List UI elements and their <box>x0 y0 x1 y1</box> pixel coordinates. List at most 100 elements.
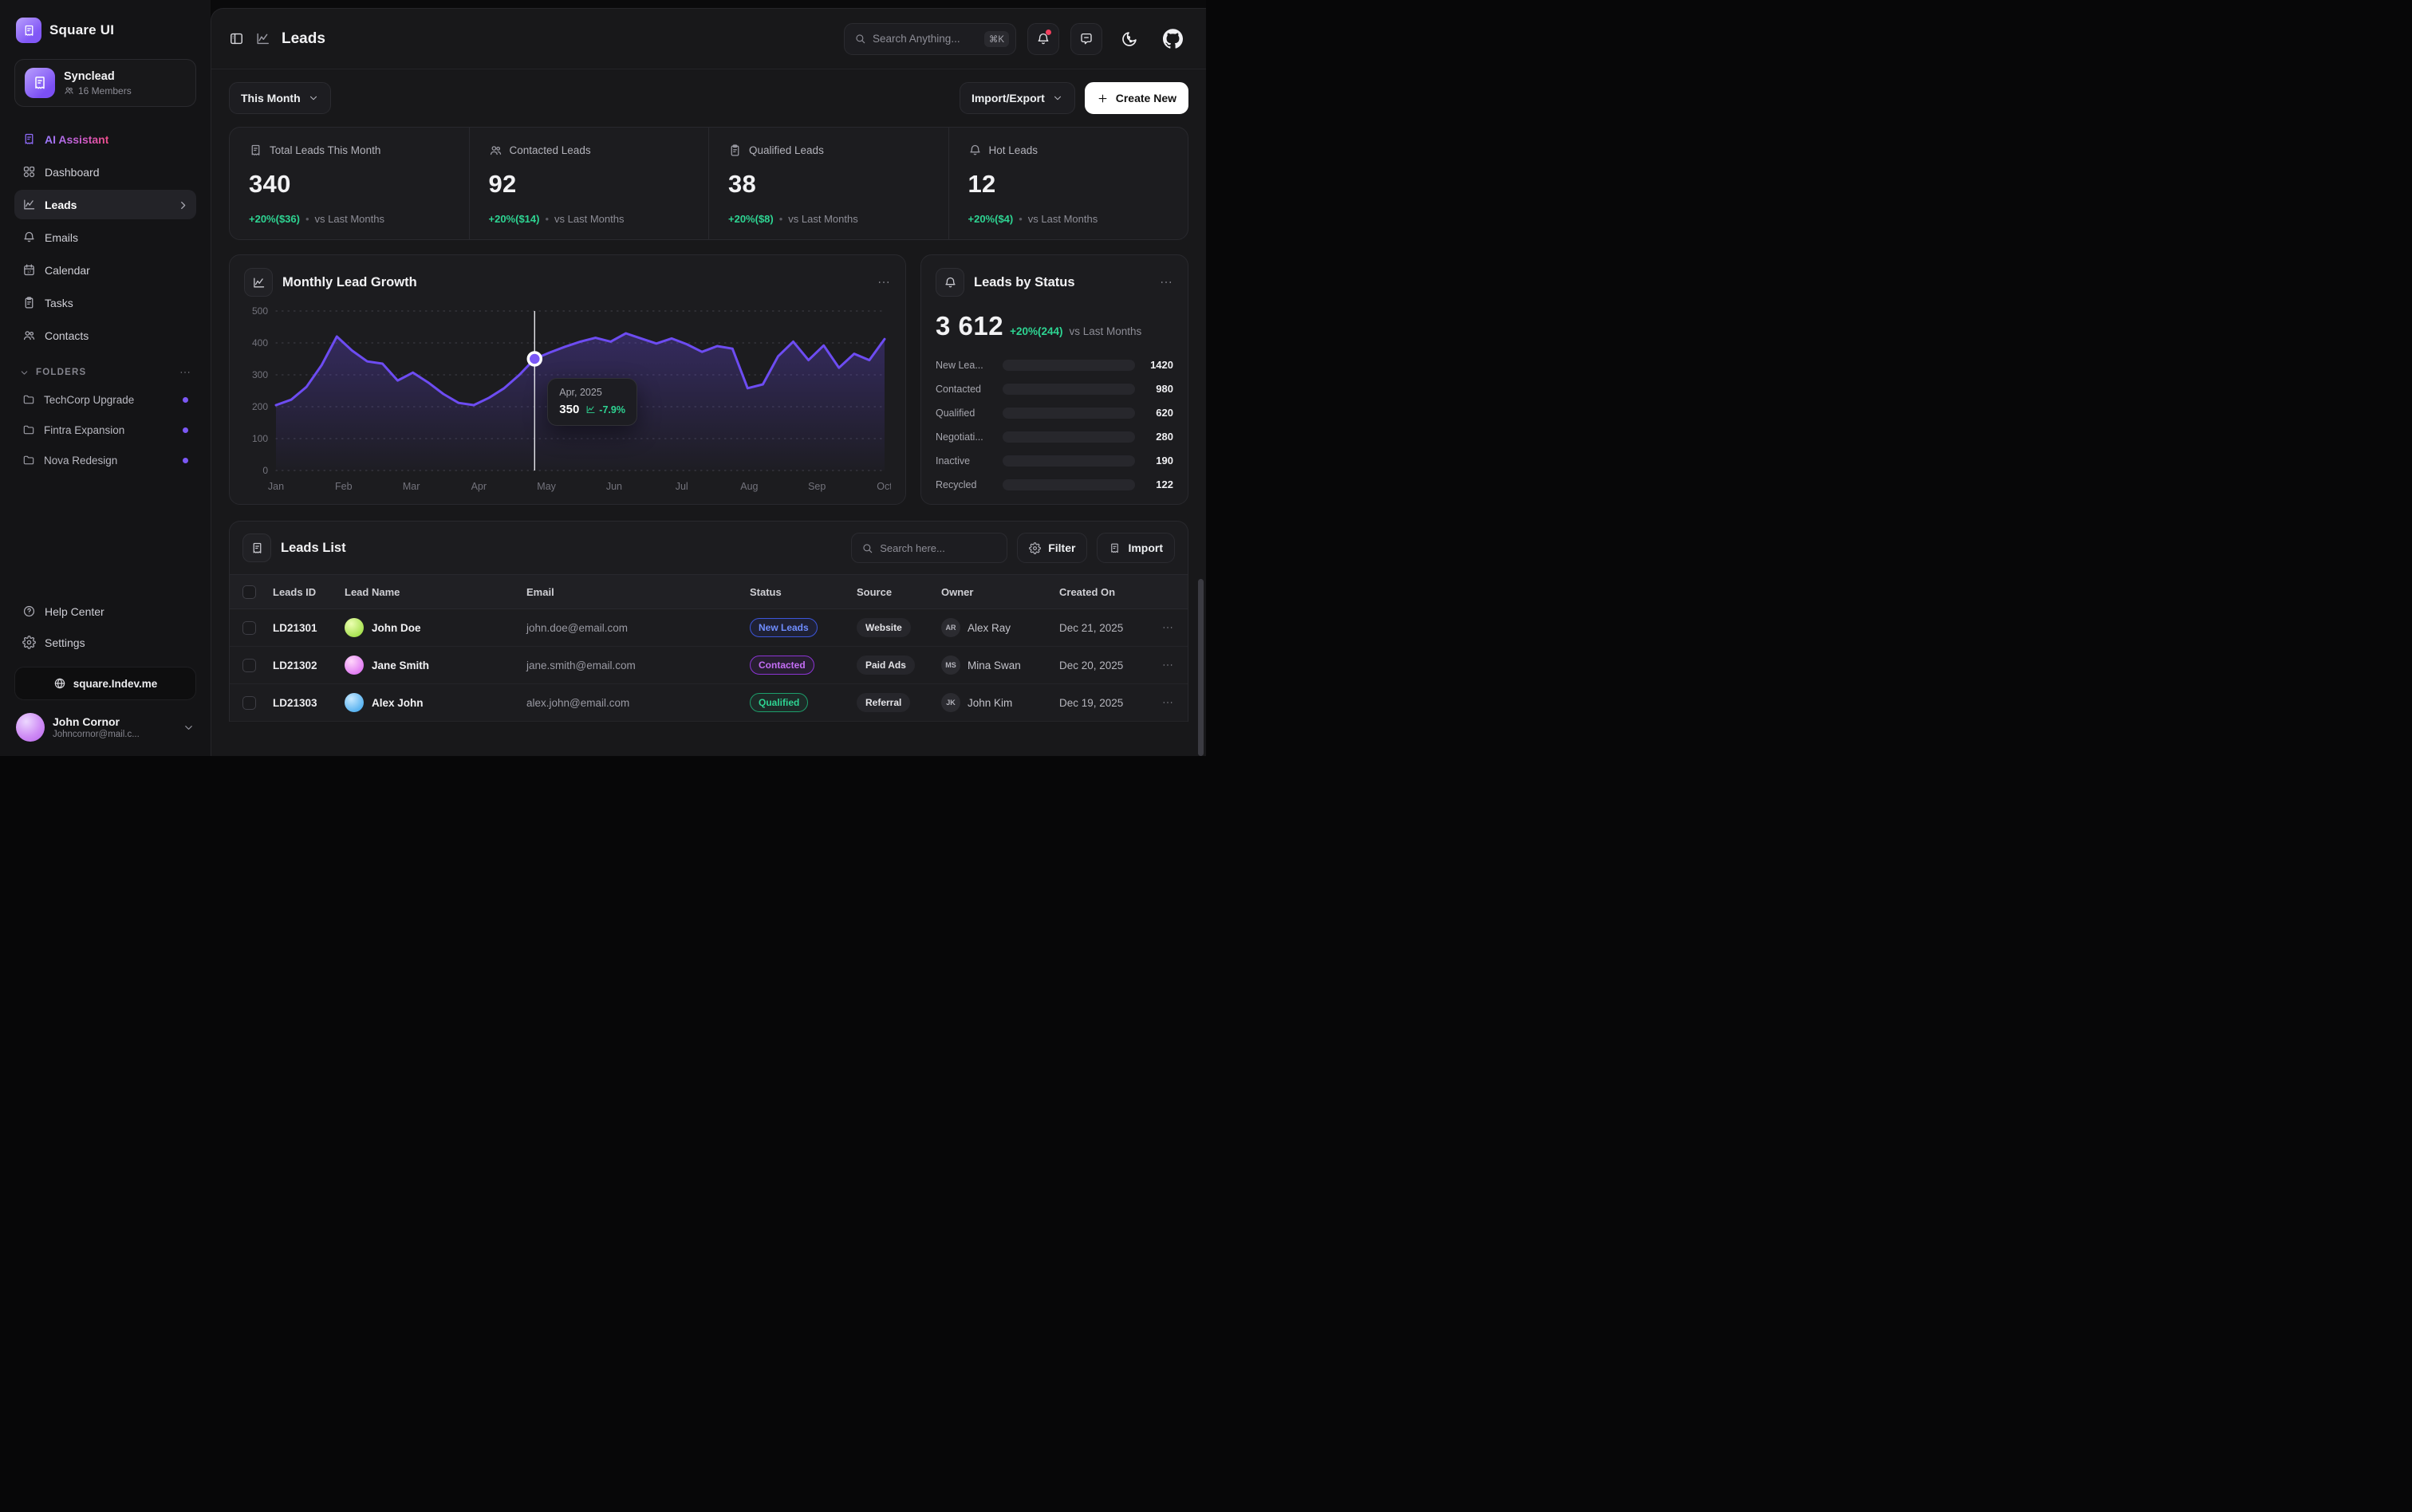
svg-text:0: 0 <box>262 465 268 476</box>
notifications-button[interactable] <box>1027 23 1059 55</box>
column-header[interactable]: Lead Name <box>345 586 526 598</box>
table-row[interactable]: LD21301John Doejohn.doe@email.comNew Lea… <box>230 609 1188 647</box>
svg-text:Jan: Jan <box>268 481 284 492</box>
sidebar-item-emails[interactable]: Emails <box>14 222 196 252</box>
sidebar-item-contacts[interactable]: Contacts <box>14 321 196 350</box>
folder-item[interactable]: Nova Redesign <box>14 446 196 474</box>
search-input[interactable] <box>873 33 978 45</box>
stat-card: Contacted Leads92+20%($14)•vs Last Month… <box>469 128 709 239</box>
page-title-icon <box>255 31 270 46</box>
status-badge: Qualified <box>750 693 808 712</box>
workspace-switcher[interactable]: Synclead 16 Members <box>14 59 196 107</box>
created-on: Dec 20, 2025 <box>1059 660 1157 671</box>
search-icon <box>854 33 866 45</box>
sidebar-item-dashboard[interactable]: Dashboard <box>14 157 196 187</box>
import-button[interactable]: Import <box>1097 533 1175 563</box>
lead-email: alex.john@email.com <box>526 697 750 709</box>
folders-menu-icon[interactable] <box>179 366 191 379</box>
status-bar-value: 980 <box>1143 383 1173 395</box>
svg-text:Mar: Mar <box>403 481 420 492</box>
sidebar-item-leads[interactable]: Leads <box>14 190 196 219</box>
status-badge: Contacted <box>750 656 814 675</box>
sidebar-item-help-center[interactable]: Help Center <box>14 597 196 626</box>
workspace-icon <box>25 68 55 98</box>
search-shortcut-badge: ⌘K <box>984 31 1009 47</box>
status-menu-button[interactable] <box>1159 275 1173 289</box>
status-bar-track <box>1003 360 1135 371</box>
row-menu-button[interactable] <box>1157 621 1174 634</box>
stat-label: Qualified Leads <box>749 144 824 156</box>
status-bar-row: Inactive190 <box>936 455 1173 467</box>
table-row[interactable]: LD21303Alex Johnalex.john@email.comQuali… <box>230 684 1188 722</box>
svg-text:500: 500 <box>252 305 268 317</box>
workspace-domain-button[interactable]: square.Indev.me <box>14 667 196 700</box>
sidebar-toggle-button[interactable] <box>229 31 244 46</box>
lead-name: John Doe <box>372 622 421 634</box>
filter-button[interactable]: Filter <box>1017 533 1087 563</box>
svg-text:17: 17 <box>27 270 32 274</box>
column-header[interactable]: Status <box>750 586 857 598</box>
column-header[interactable]: Owner <box>941 586 1059 598</box>
moon-icon <box>1121 30 1138 48</box>
folders-section-header[interactable]: FOLDERS <box>14 366 196 379</box>
column-header[interactable]: Created On <box>1059 586 1157 598</box>
leads-search-input[interactable] <box>880 542 997 554</box>
period-select[interactable]: This Month <box>229 82 331 114</box>
sidebar-item-calendar[interactable]: 17Calendar <box>14 255 196 285</box>
lead-id: LD21302 <box>273 660 345 671</box>
folder-icon <box>22 454 35 467</box>
chart-menu-button[interactable] <box>877 275 891 289</box>
row-checkbox[interactable] <box>242 659 256 672</box>
ai-assistant-icon <box>22 132 36 146</box>
stat-card: Total Leads This Month340+20%($36)•vs La… <box>230 128 469 239</box>
lead-id: LD21301 <box>273 622 345 634</box>
workspace-members: 16 Members <box>64 85 132 96</box>
create-new-label: Create New <box>1116 92 1176 104</box>
plus-icon <box>1097 93 1109 104</box>
scrollbar-thumb[interactable] <box>1198 579 1204 756</box>
status-bar-row: Recycled 122 <box>936 478 1173 490</box>
svg-text:200: 200 <box>252 401 268 412</box>
sidebar-item-settings[interactable]: Settings <box>14 628 196 657</box>
column-header[interactable]: Source <box>857 586 941 598</box>
clipboard-icon <box>22 296 36 309</box>
column-header[interactable]: Email <box>526 586 750 598</box>
import-export-button[interactable]: Import/Export <box>960 82 1075 114</box>
folder-item[interactable]: Fintra Expansion <box>14 415 196 444</box>
sidebar-item-ai-assistant[interactable]: AI Assistant <box>14 124 196 154</box>
theme-toggle-button[interactable] <box>1113 23 1145 55</box>
lead-name: Alex John <box>372 697 424 709</box>
stat-value: 92 <box>489 170 690 199</box>
leads-list-card: Leads List Filter Import Leads IDLead Na… <box>229 521 1188 722</box>
row-checkbox[interactable] <box>242 696 256 710</box>
create-new-button[interactable]: Create New <box>1085 82 1188 114</box>
folder-item[interactable]: TechCorp Upgrade <box>14 385 196 414</box>
stat-delta: +20%($8) <box>728 213 774 225</box>
stat-value: 340 <box>249 170 450 199</box>
import-label: Import <box>1128 541 1163 554</box>
messages-button[interactable] <box>1070 23 1102 55</box>
sidebar-item-label: Contacts <box>45 329 89 342</box>
status-badge: New Leads <box>750 618 818 637</box>
users-icon <box>22 329 36 342</box>
user-name: John Cornor <box>53 715 140 728</box>
row-menu-button[interactable] <box>1157 696 1174 709</box>
table-row[interactable]: LD21302Jane Smithjane.smith@email.comCon… <box>230 647 1188 684</box>
bell-icon <box>968 144 982 157</box>
github-button[interactable] <box>1157 23 1188 55</box>
main-panel: Leads ⌘K This Month <box>211 8 1206 756</box>
user-menu[interactable]: John Cornor Johncornor@mail.c... <box>14 711 196 743</box>
status-bar-label: Qualified <box>936 408 995 419</box>
status-bar-label: Recycled <box>936 479 995 490</box>
line-chart[interactable]: 5004003002001000JanFebMarAprMayJunJulAug… <box>244 303 891 496</box>
column-header[interactable]: Leads ID <box>273 586 345 598</box>
status-bar-value: 122 <box>1143 478 1173 490</box>
sidebar-item-tasks[interactable]: Tasks <box>14 288 196 317</box>
app-window: Square UI Synclead 16 Members AI Assista… <box>0 0 1206 756</box>
folder-label: Fintra Expansion <box>44 424 124 436</box>
status-bar-value: 620 <box>1143 407 1173 419</box>
row-menu-button[interactable] <box>1157 659 1174 671</box>
select-all-checkbox[interactable] <box>242 585 256 599</box>
created-on: Dec 19, 2025 <box>1059 697 1157 709</box>
row-checkbox[interactable] <box>242 621 256 635</box>
